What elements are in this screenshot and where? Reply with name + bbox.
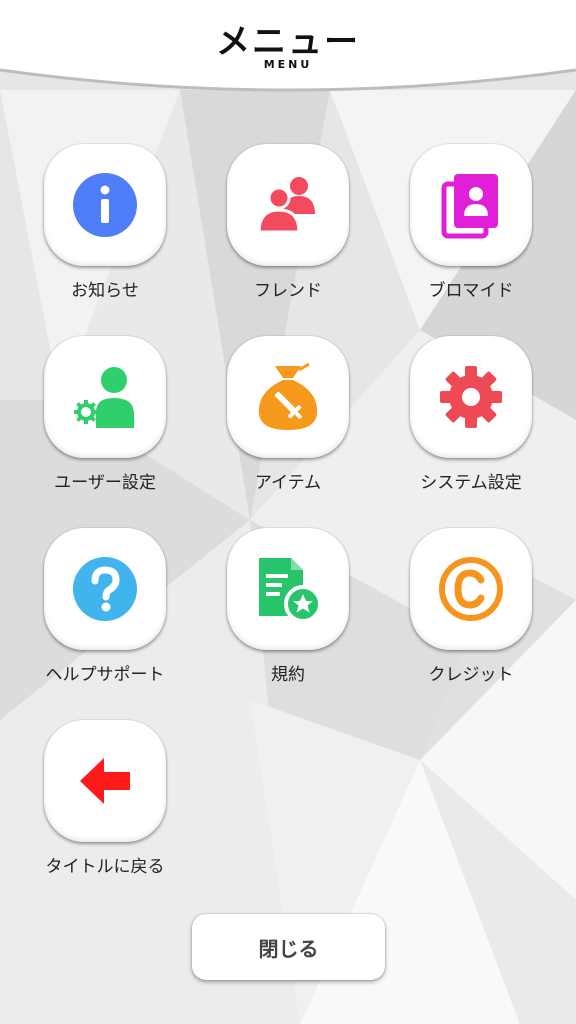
menu-item-bromide[interactable]: ブロマイド [396, 144, 546, 324]
menu-label: クレジット [428, 665, 514, 685]
menu-item-items[interactable]: アイテム [213, 336, 363, 516]
friends-button[interactable] [227, 144, 349, 266]
menu-label: ユーザー設定 [54, 473, 156, 493]
menu-label: ヘルプサポート [45, 665, 165, 685]
menu-label: タイトルに戻る [45, 857, 165, 877]
help-button[interactable] [44, 528, 166, 650]
menu-label: 規約 [271, 665, 305, 685]
copyright-icon [439, 557, 503, 621]
items-button[interactable] [227, 336, 349, 458]
menu-item-system-settings[interactable]: システム設定 [396, 336, 546, 516]
credits-button[interactable] [410, 528, 532, 650]
gear-icon [440, 366, 502, 428]
user-settings-icon [74, 367, 134, 428]
user-settings-button[interactable] [44, 336, 166, 458]
page-subtitle: MENU [263, 58, 313, 71]
menu-item-terms[interactable]: 規約 [213, 528, 363, 708]
item-bag-icon [258, 362, 318, 430]
menu-label: フレンド [254, 281, 322, 301]
menu-label: ブロマイド [428, 281, 514, 301]
back-arrow-icon [80, 758, 130, 804]
menu-label: システム設定 [420, 473, 522, 493]
news-button[interactable] [44, 144, 166, 266]
menu-item-user-settings[interactable]: ユーザー設定 [30, 336, 180, 516]
help-icon [73, 557, 137, 621]
terms-button[interactable] [227, 528, 349, 650]
bromide-icon [441, 174, 498, 239]
back-to-title-button[interactable] [44, 720, 166, 842]
header-bar: メニュー MENU [0, 0, 576, 96]
page-title: メニュー [216, 22, 360, 62]
menu-item-friends[interactable]: フレンド [213, 144, 363, 324]
menu-item-help[interactable]: ヘルプサポート [30, 528, 180, 708]
terms-document-icon [259, 558, 322, 623]
menu-item-credits[interactable]: クレジット [396, 528, 546, 708]
system-settings-button[interactable] [410, 336, 532, 458]
friends-icon [257, 177, 315, 234]
menu-label: アイテム [254, 473, 322, 493]
menu-item-back-to-title[interactable]: タイトルに戻る [30, 720, 180, 900]
close-button[interactable]: 閉じる [192, 914, 385, 980]
info-icon [73, 173, 137, 237]
menu-item-news[interactable]: お知らせ [30, 144, 180, 324]
bromide-button[interactable] [410, 144, 532, 266]
menu-label: お知らせ [71, 281, 139, 301]
